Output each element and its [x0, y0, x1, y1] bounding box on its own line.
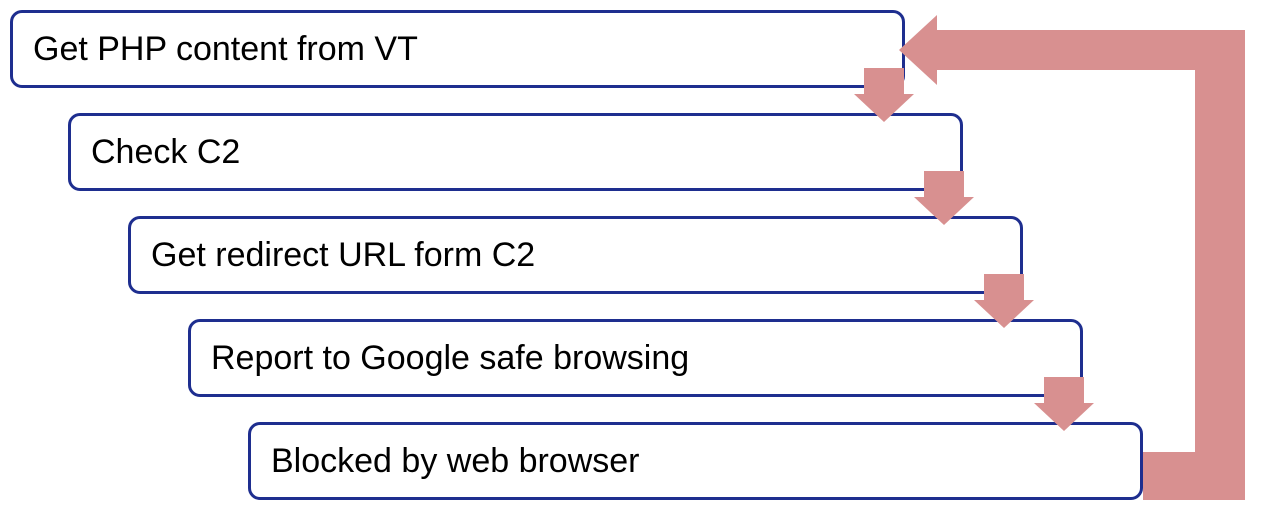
return-arrow-horizontal [935, 30, 1203, 70]
step-box-2: Check C2 [68, 113, 963, 191]
step-label: Get PHP content from VT [33, 29, 418, 70]
step-label: Report to Google safe browsing [211, 338, 689, 379]
step-box-4: Report to Google safe browsing [188, 319, 1083, 397]
return-arrow-connector [1143, 452, 1198, 500]
step-label: Check C2 [91, 132, 240, 173]
step-label: Get redirect URL form C2 [151, 235, 535, 276]
return-arrow-head-icon [899, 15, 937, 85]
step-box-5: Blocked by web browser [248, 422, 1143, 500]
step-label: Blocked by web browser [271, 441, 640, 482]
step-box-1: Get PHP content from VT [10, 10, 905, 88]
step-box-3: Get redirect URL form C2 [128, 216, 1023, 294]
return-arrow-vertical [1195, 30, 1245, 500]
